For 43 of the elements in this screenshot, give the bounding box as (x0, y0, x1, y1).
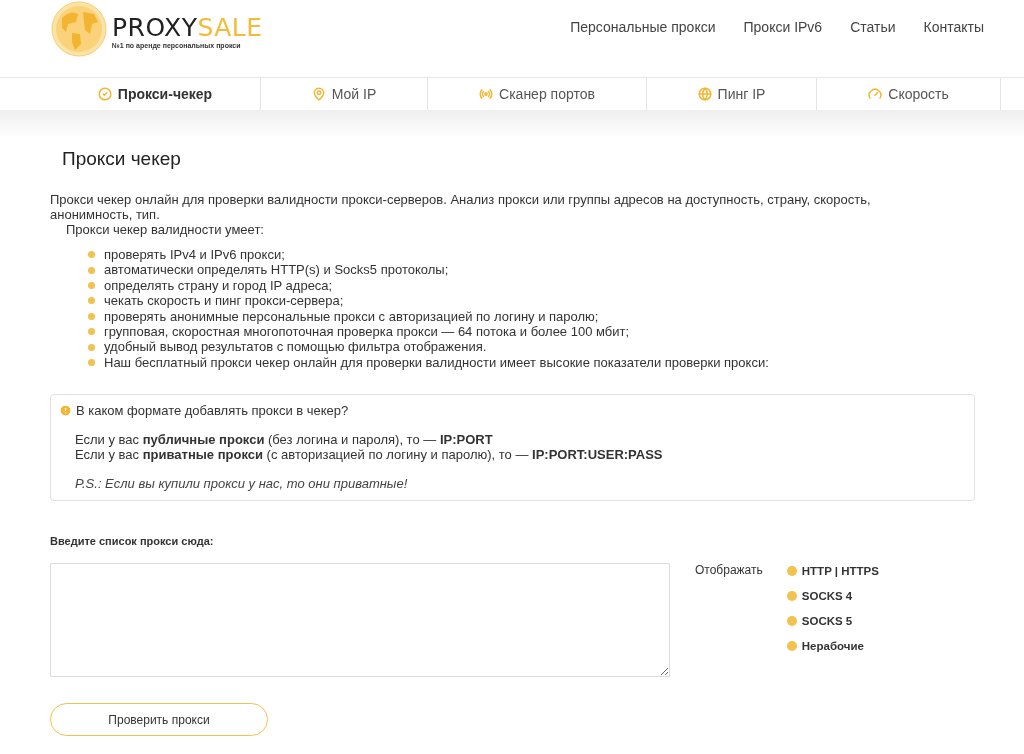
filter-option[interactable]: HTTP | HTTPS (786, 563, 879, 579)
menu-link[interactable]: Статьи (850, 19, 896, 35)
tab-icon (479, 87, 494, 101)
menu-link[interactable]: Персональные прокси (570, 19, 716, 35)
page-title: Прокси чекер (62, 148, 182, 170)
format-line: Если у вас приватные прокси (с авторизацией по логину и паролю), то — IP:PORT:USER:PASS (75, 447, 664, 463)
menu-link[interactable]: Контакты (923, 19, 984, 35)
format-line: Если у вас публичные прокси (без логина и пароля), то — IP:PORT (75, 432, 494, 448)
bullet-icon (88, 359, 95, 367)
globe-logo-icon (50, 0, 108, 58)
tab-icon (97, 87, 112, 101)
bullet-icon (88, 312, 95, 320)
filter-label: Отображать (695, 563, 763, 580)
info-note: P.S.: Если вы купили прокси у нас, то они приватные! (75, 476, 409, 492)
input-label: Введите список прокси сюда: (50, 535, 215, 548)
feature-text: проверять IPv4 и IPv6 прокси; (104, 247, 285, 263)
filter-option[interactable]: SOCKS 5 (786, 613, 879, 629)
feature-text: автоматически определять HTTP(s) и Socks5 протоколы; (104, 262, 449, 278)
bullet-icon (88, 282, 95, 289)
bullet-icon (88, 328, 95, 336)
bullet-icon (88, 343, 95, 351)
filter-option[interactable]: Нерабочие (786, 638, 879, 654)
feature-text: удобный вывод результатов с помощью фильтра отображения. (104, 339, 487, 355)
tab-icon (697, 87, 712, 101)
logo-wordmark[interactable]: PROXYSALE (112, 13, 263, 42)
feature-text: проверять анонимные персональные прокси с авторизацией по логину и паролю; (104, 308, 599, 325)
feature-text: определять страну и город IP адреса; (104, 277, 333, 294)
tab-icon (868, 87, 883, 101)
check-proxy-button[interactable]: Проверить прокси (50, 703, 268, 737)
feature-text: Наш бесплатный прокси чекер онлайн для проверки валидности имеет высокие показатели проверки прокси: (104, 354, 769, 371)
info-question: В каком формате добавлять прокси в чекер? (76, 403, 349, 419)
tab-icon (311, 87, 326, 101)
feature-text: групповая, скоростная многопоточная проверка прокси — 64 потока и более 100 мбит; (104, 324, 630, 340)
features-heading: Прокси чекер валидности умеет: (66, 222, 265, 237)
menu-link[interactable]: Прокси IPv6 (743, 19, 823, 35)
proxy-input-field[interactable] (50, 563, 670, 678)
warning-icon (59, 404, 72, 418)
intro-text: Прокси чекер онлайн для проверки валидности прокси-серверов. Анализ прокси или группы адресов на доступность, страну, скорость, анонимность, тип. (50, 192, 872, 222)
feature-text: чекать скорость и пинг прокси-сервера; (104, 293, 344, 309)
bullet-icon (88, 251, 95, 259)
filter-option[interactable]: SOCKS 4 (786, 588, 879, 604)
bullet-icon (88, 266, 95, 274)
bullet-icon (88, 297, 95, 305)
